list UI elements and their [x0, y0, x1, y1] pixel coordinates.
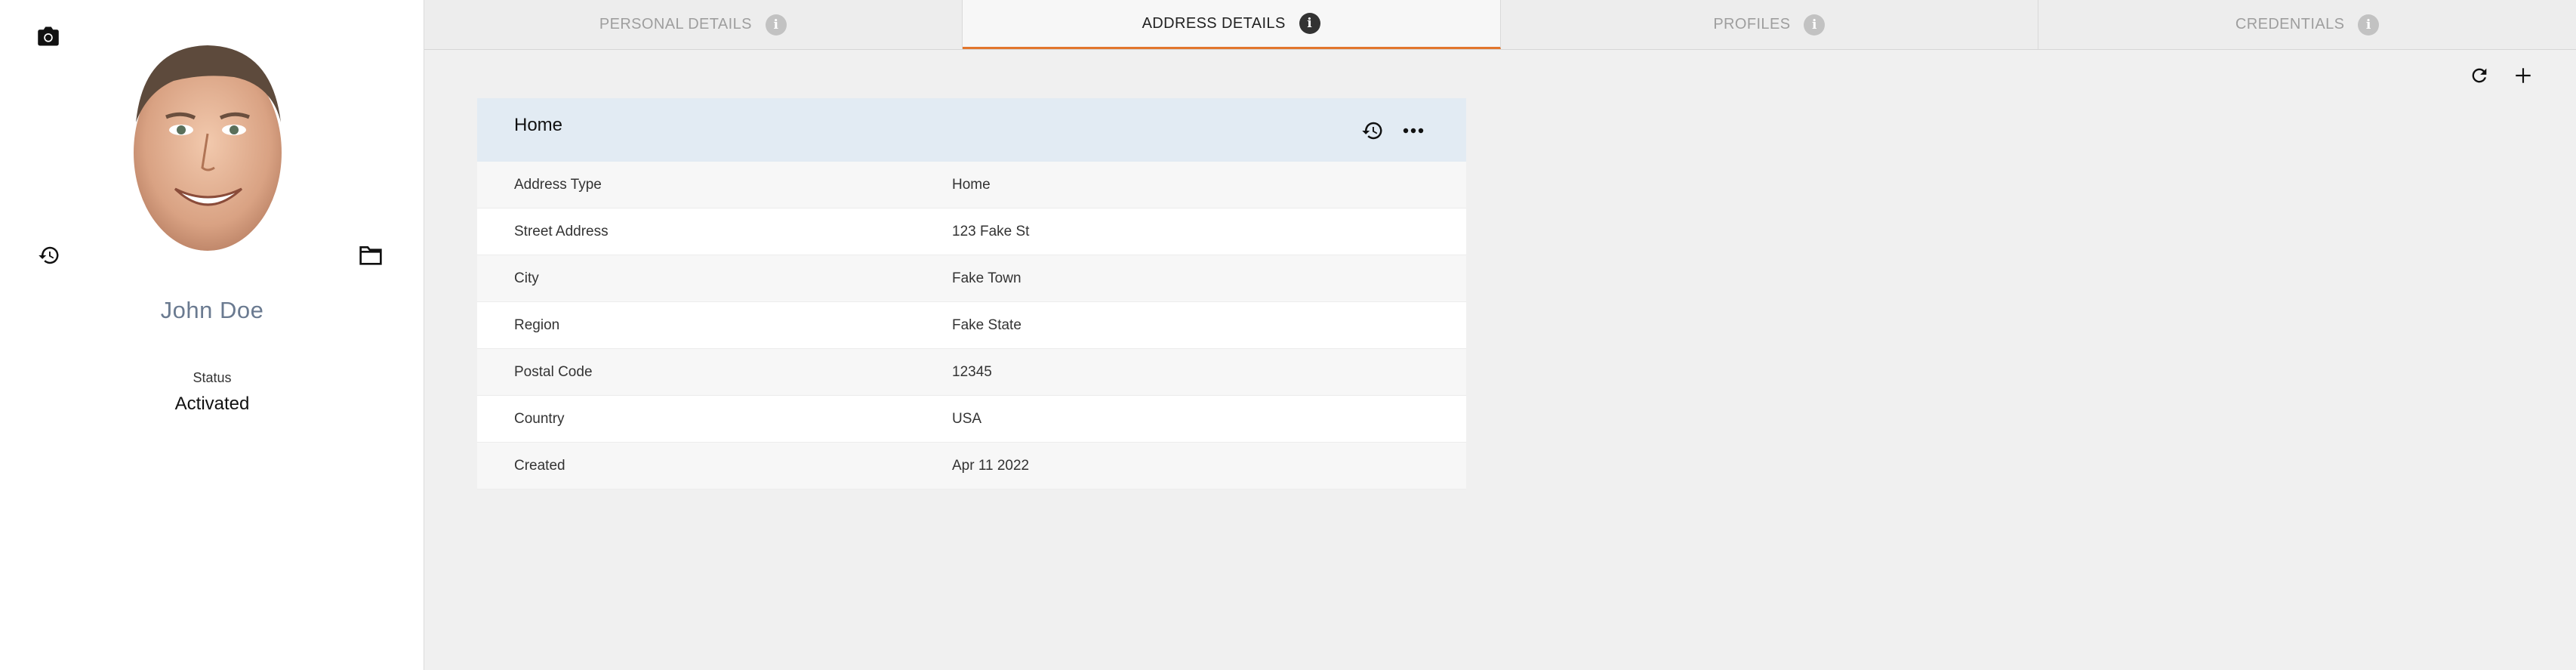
table-row: Region Fake State: [477, 302, 1466, 349]
address-card-title: Home: [514, 115, 563, 135]
row-label: Region: [514, 316, 560, 333]
status-value: Activated: [174, 394, 250, 414]
address-card: Home Address Type Home Street Address 12…: [477, 98, 1466, 489]
profile-sidebar: John Doe Status Activated: [0, 0, 424, 670]
row-value: 12345: [952, 363, 992, 380]
refresh-icon[interactable]: [2464, 60, 2494, 91]
camera-icon[interactable]: [33, 23, 63, 50]
tab-credentials[interactable]: CREDENTIALS i: [2038, 0, 2576, 49]
tab-label: ADDRESS DETAILS: [1142, 14, 1286, 32]
row-value: Home: [952, 176, 991, 193]
history-icon[interactable]: [1356, 115, 1389, 147]
tab-personal-details[interactable]: PERSONAL DETAILS i: [424, 0, 963, 49]
user-name: John Doe: [160, 297, 264, 323]
info-icon[interactable]: i: [1299, 13, 1320, 34]
row-label: City: [514, 270, 539, 286]
table-row: Street Address 123 Fake St: [477, 208, 1466, 255]
table-row: Country USA: [477, 396, 1466, 443]
plus-icon[interactable]: [2508, 60, 2538, 91]
tab-label: PERSONAL DETAILS: [599, 16, 752, 32]
table-row: Postal Code 12345: [477, 349, 1466, 396]
row-value: Fake Town: [952, 270, 1021, 286]
tab-label: PROFILES: [1713, 16, 1791, 32]
info-icon[interactable]: i: [765, 14, 787, 36]
tab-label: CREDENTIALS: [2235, 16, 2345, 32]
history-icon[interactable]: [33, 240, 65, 270]
row-label: Country: [514, 410, 565, 427]
tab-address-details[interactable]: ADDRESS DETAILS i: [962, 0, 1501, 49]
row-label: Created: [514, 457, 565, 474]
row-label: Postal Code: [514, 363, 593, 380]
more-options-icon[interactable]: [1397, 115, 1430, 147]
person-photo-icon: [121, 39, 294, 251]
row-value: Apr 11 2022: [952, 457, 1030, 474]
table-row: Address Type Home: [477, 162, 1466, 208]
tab-bar: PERSONAL DETAILS i ADDRESS DETAILS i PRO…: [424, 0, 2576, 50]
row-value: USA: [952, 410, 982, 427]
avatar: [121, 39, 294, 251]
address-rows: Address Type Home Street Address 123 Fak…: [477, 162, 1466, 489]
table-row: Created Apr 11 2022: [477, 443, 1466, 489]
status-label: Status: [193, 370, 232, 385]
folder-icon[interactable]: [355, 240, 387, 270]
row-value: 123 Fake St: [952, 223, 1030, 239]
tab-profiles[interactable]: PROFILES i: [1501, 0, 2039, 49]
info-icon[interactable]: i: [2358, 14, 2380, 36]
table-row: City Fake Town: [477, 255, 1466, 302]
address-card-header: Home: [477, 98, 1466, 162]
row-label: Street Address: [514, 223, 609, 239]
info-icon[interactable]: i: [1804, 14, 1826, 36]
row-label: Address Type: [514, 176, 602, 193]
row-value: Fake State: [952, 316, 1021, 333]
